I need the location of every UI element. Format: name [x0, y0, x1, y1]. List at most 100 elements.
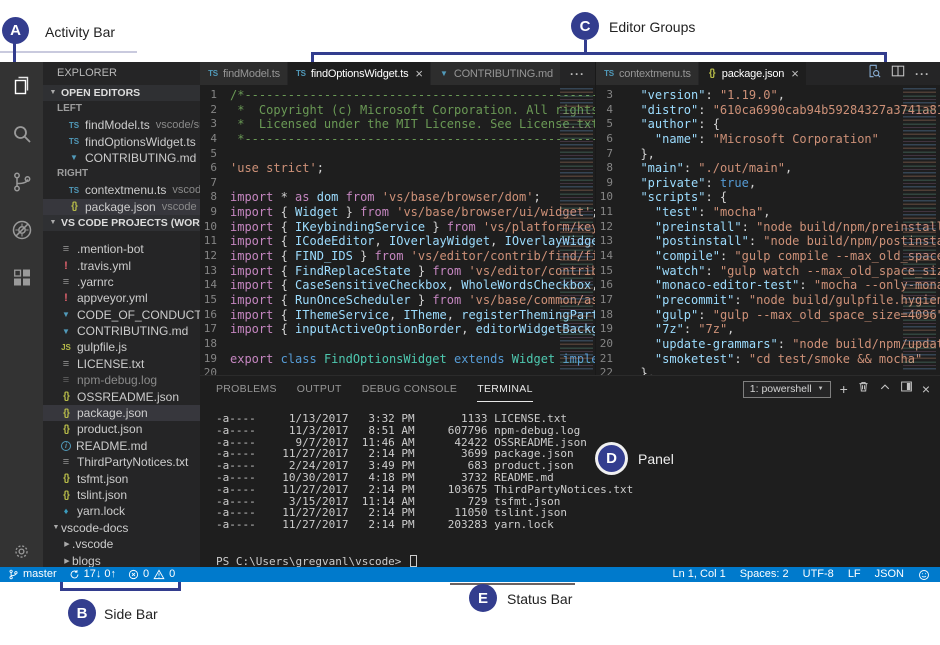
open-editor-item[interactable]: TSfindModel.tsvscode/src/vs/...	[43, 117, 200, 133]
find-icon[interactable]	[867, 64, 881, 83]
settings-gear-icon[interactable]	[0, 542, 43, 561]
terminal-output[interactable]: -a---- 1/13/2017 3:32 PM 1133 LICENSE.tx…	[216, 413, 633, 567]
minimap-right[interactable]	[903, 88, 936, 370]
tab-findOptionsWidget.ts[interactable]: TSfindOptionsWidget.ts×	[288, 62, 431, 85]
folder-item[interactable]: ▶blogs	[43, 552, 200, 567]
tab-package.json[interactable]: {}package.json×	[699, 62, 807, 85]
editor-right[interactable]: 3 "version": "1.19.0",4 "distro": "610ca…	[595, 85, 940, 375]
panel-tab-output[interactable]: OUTPUT	[297, 376, 342, 402]
workspace-header[interactable]: ▼ VS CODE PROJECTS (WORKSPACE)	[43, 215, 200, 231]
code-line[interactable]: 7 },	[596, 147, 940, 162]
code-line[interactable]: 7	[200, 176, 595, 191]
problems-item[interactable]: 0 0	[128, 567, 175, 582]
terminal-select[interactable]: 1: powershell ▼	[743, 381, 831, 398]
code-line[interactable]: 11 "test": "mocha",	[596, 205, 940, 220]
open-editor-item[interactable]: TScontextmenu.tsvscode/src/...	[43, 182, 200, 198]
code-line[interactable]: 12 "preinstall": "node build/npm/preinst…	[596, 220, 940, 235]
code-line[interactable]: 3 * Licensed under the MIT License. See …	[200, 117, 595, 132]
open-editor-item[interactable]: ▼CONTRIBUTING.mdvscode	[43, 150, 200, 166]
split-panel-icon[interactable]	[900, 380, 913, 398]
code-line[interactable]: 9import { Widget } from 'vs/base/browser…	[200, 205, 595, 220]
more-actions-icon[interactable]: ···	[915, 67, 930, 81]
code-line[interactable]: 6 "name": "Microsoft Corporation"	[596, 132, 940, 147]
code-line[interactable]: 4 *-------------------------------------…	[200, 132, 595, 147]
tab-findModel.ts[interactable]: TSfindModel.ts	[200, 62, 288, 85]
code-line[interactable]: 20	[200, 366, 595, 375]
file-item[interactable]: ▼CODE_OF_CONDUCT.md	[43, 307, 200, 323]
code-line[interactable]: 15 "watch": "gulp watch --max_old_space_…	[596, 264, 940, 279]
folder-item[interactable]: ▼vscode-docs	[43, 520, 200, 536]
code-line[interactable]: 17 "precommit": "node build/gulpfile.hyg…	[596, 293, 940, 308]
debug-icon[interactable]	[0, 206, 43, 254]
status-item[interactable]: Ln 1, Col 1	[673, 567, 726, 582]
file-item[interactable]: ≡ThirdPartyNotices.txt	[43, 454, 200, 470]
code-line[interactable]: 3 "version": "1.19.0",	[596, 88, 940, 103]
code-line[interactable]: 16import { IThemeService, ITheme, regist…	[200, 308, 595, 323]
code-line[interactable]: 10import { IKeybindingService } from 'vs…	[200, 220, 595, 235]
close-icon[interactable]: ×	[415, 67, 422, 80]
code-line[interactable]: 19 "7z": "7z",	[596, 322, 940, 337]
code-line[interactable]: 10 "scripts": {	[596, 190, 940, 205]
split-editor-icon[interactable]	[891, 64, 905, 83]
panel-tab-debug-console[interactable]: DEBUG CONSOLE	[362, 376, 458, 402]
editor-left[interactable]: 1/*-------------------------------------…	[200, 85, 595, 375]
file-item[interactable]: {}tsfmt.json	[43, 470, 200, 486]
code-line[interactable]: 17import { inputActiveOptionBorder, edit…	[200, 322, 595, 337]
status-item[interactable]: JSON	[875, 567, 904, 582]
open-editors-header[interactable]: ▼ OPEN EDITORS	[43, 85, 200, 101]
file-item[interactable]: ≡.mention-bot	[43, 241, 200, 257]
file-item[interactable]: {}tslint.json	[43, 487, 200, 503]
new-terminal-icon[interactable]: +	[840, 382, 848, 396]
panel-tab-problems[interactable]: PROBLEMS	[216, 376, 277, 402]
code-line[interactable]: 11import { ICodeEditor, IOverlayWidget, …	[200, 234, 595, 249]
file-item[interactable]: {}OSSREADME.json	[43, 388, 200, 404]
code-line[interactable]: 18	[200, 337, 595, 352]
code-line[interactable]: 22 },	[596, 366, 940, 375]
status-item[interactable]: LF	[848, 567, 861, 582]
code-line[interactable]: 16 "monaco-editor-test": "mocha --only-m…	[596, 278, 940, 293]
status-item[interactable]: Spaces: 2	[740, 567, 789, 582]
source-control-icon[interactable]	[0, 158, 43, 206]
search-icon[interactable]	[0, 110, 43, 158]
code-line[interactable]: 6'use strict';	[200, 161, 595, 176]
code-line[interactable]: 19export class FindOptionsWidget extends…	[200, 352, 595, 367]
open-editor-item[interactable]: {}package.jsonvscode	[43, 199, 200, 215]
file-item[interactable]: !.travis.yml	[43, 257, 200, 273]
file-item[interactable]: ♦yarn.lock	[43, 503, 200, 519]
code-line[interactable]: 14 "compile": "gulp compile --max_old_sp…	[596, 249, 940, 264]
code-line[interactable]: 4 "distro": "610ca6990cab94b59284327a374…	[596, 103, 940, 118]
code-line[interactable]: 13 "postinstall": "node build/npm/postin…	[596, 234, 940, 249]
code-line[interactable]: 12import { FIND_IDS } from 'vs/editor/co…	[200, 249, 595, 264]
minimap-left[interactable]	[560, 88, 593, 370]
file-item[interactable]: ≡.yarnrc	[43, 274, 200, 290]
more-actions-icon[interactable]: ···	[570, 67, 585, 81]
tab-contextmenu.ts[interactable]: TScontextmenu.ts	[596, 62, 699, 85]
code-line[interactable]: 13import { FindReplaceState } from 'vs/e…	[200, 264, 595, 279]
close-panel-icon[interactable]: ×	[922, 382, 930, 396]
open-editor-item[interactable]: TSfindOptionsWidget.tsvsco...	[43, 133, 200, 149]
file-item[interactable]: ≡LICENSE.txt	[43, 356, 200, 372]
code-line[interactable]: 9 "private": true,	[596, 176, 940, 191]
code-line[interactable]: 5	[200, 147, 595, 162]
file-item[interactable]: ▼CONTRIBUTING.md	[43, 323, 200, 339]
code-line[interactable]: 8 "main": "./out/main",	[596, 161, 940, 176]
git-branch-item[interactable]: master	[8, 567, 57, 582]
file-item[interactable]: {}package.json	[43, 405, 200, 421]
code-line[interactable]: 5 "author": {	[596, 117, 940, 132]
maximize-panel-icon[interactable]	[879, 380, 891, 398]
code-line[interactable]: 14import { CaseSensitiveCheckbox, WholeW…	[200, 278, 595, 293]
close-icon[interactable]: ×	[791, 67, 798, 80]
file-item[interactable]: ≡npm-debug.log	[43, 372, 200, 388]
code-line[interactable]: 1/*-------------------------------------…	[200, 88, 595, 103]
code-line[interactable]: 20 "update-grammars": "node build/npm/up…	[596, 337, 940, 352]
tab-CONTRIBUTING.md[interactable]: ▼CONTRIBUTING.md	[431, 62, 561, 85]
kill-terminal-icon[interactable]	[857, 380, 870, 398]
code-line[interactable]: 15import { RunOnceScheduler } from 'vs/b…	[200, 293, 595, 308]
status-item[interactable]: UTF-8	[803, 567, 834, 582]
folder-item[interactable]: ▶.vscode	[43, 536, 200, 552]
code-line[interactable]: 8import * as dom from 'vs/base/browser/d…	[200, 190, 595, 205]
file-item[interactable]: JSgulpfile.js	[43, 339, 200, 355]
extensions-icon[interactable]	[0, 254, 43, 302]
panel-tab-terminal[interactable]: TERMINAL	[477, 376, 533, 402]
code-line[interactable]: 18 "gulp": "gulp --max_old_space_size=40…	[596, 308, 940, 323]
